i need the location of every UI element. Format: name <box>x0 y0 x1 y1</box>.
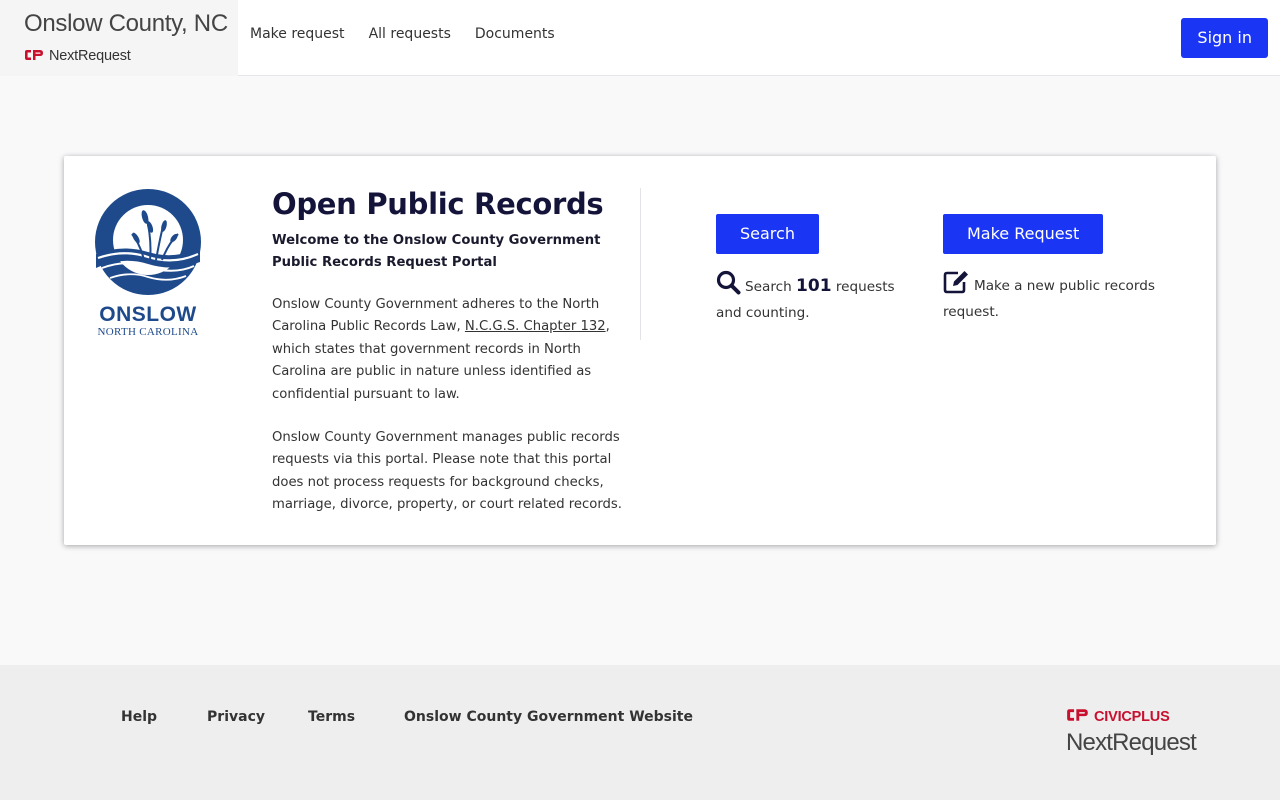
sign-in-button[interactable]: Sign in <box>1181 18 1268 58</box>
search-button[interactable]: Search <box>716 214 819 254</box>
portal-paragraph: Onslow County Government manages public … <box>272 430 622 513</box>
footer-help-link[interactable]: Help <box>121 709 157 725</box>
civicplus-brand: CIVICPLUS <box>1066 707 1196 726</box>
footer-links: Help Privacy Terms Onslow County Governm… <box>121 709 693 725</box>
footer-county-website-link[interactable]: Onslow County Government Website <box>404 709 693 725</box>
site-title[interactable]: Onslow County, NC <box>24 10 238 38</box>
search-description: Search 101 requests and counting. <box>716 270 916 324</box>
vertical-divider <box>640 188 641 340</box>
top-navbar: Onslow County, NC NextRequest Make reque… <box>0 0 1280 76</box>
civicplus-wordmark: CIVICPLUS <box>1094 708 1170 725</box>
footer-privacy-link[interactable]: Privacy <box>207 709 265 725</box>
welcome-card: ONSLOW NORTH CAROLINA Open Public Record… <box>64 156 1216 545</box>
make-request-action: Make Request Make a new public records r… <box>943 214 1173 323</box>
nextrequest-wordmark: NextRequest <box>1066 729 1197 756</box>
search-desc-prefix: Search <box>745 279 792 295</box>
onslow-emblem-icon <box>95 189 201 295</box>
nextrequest-brand: NextRequest <box>24 46 238 65</box>
footer-brand-logo[interactable]: CIVICPLUS NextRequest <box>1066 707 1197 757</box>
law-paragraph: Onslow County Government adheres to the … <box>272 294 622 406</box>
make-request-button[interactable]: Make Request <box>943 214 1104 254</box>
footer-terms-link[interactable]: Terms <box>308 709 355 725</box>
search-action: Search Search 101 requests and counting. <box>716 214 916 324</box>
civicplus-logo-icon <box>24 46 44 65</box>
logo-wordmark: ONSLOW <box>99 303 197 326</box>
brand-name: NextRequest <box>49 47 131 64</box>
ncgs-chapter-link[interactable]: N.C.G.S. Chapter 132 <box>465 319 606 334</box>
search-icon <box>716 270 741 302</box>
make-request-description: Make a new public records request. <box>943 270 1173 323</box>
nav-all-requests[interactable]: All requests <box>369 26 451 42</box>
request-count: 101 <box>796 276 832 296</box>
onslow-logo: ONSLOW NORTH CAROLINA <box>94 188 202 338</box>
intro-section: Open Public Records Welcome to the Onslo… <box>272 186 622 517</box>
footer: Help Privacy Terms Onslow County Governm… <box>0 665 1280 800</box>
make-request-desc-text: Make a new public records request. <box>943 278 1155 320</box>
main-nav: Make request All requests Documents <box>250 26 579 42</box>
civicplus-logo-icon <box>1066 707 1089 726</box>
nav-documents[interactable]: Documents <box>475 26 555 42</box>
logo-state: NORTH CAROLINA <box>97 326 199 338</box>
edit-icon <box>943 270 970 301</box>
brand-block[interactable]: Onslow County, NC NextRequest <box>0 0 238 76</box>
nav-make-request[interactable]: Make request <box>250 26 345 42</box>
welcome-text: Welcome to the Onslow County Government … <box>272 233 601 270</box>
page-title: Open Public Records <box>272 187 604 221</box>
